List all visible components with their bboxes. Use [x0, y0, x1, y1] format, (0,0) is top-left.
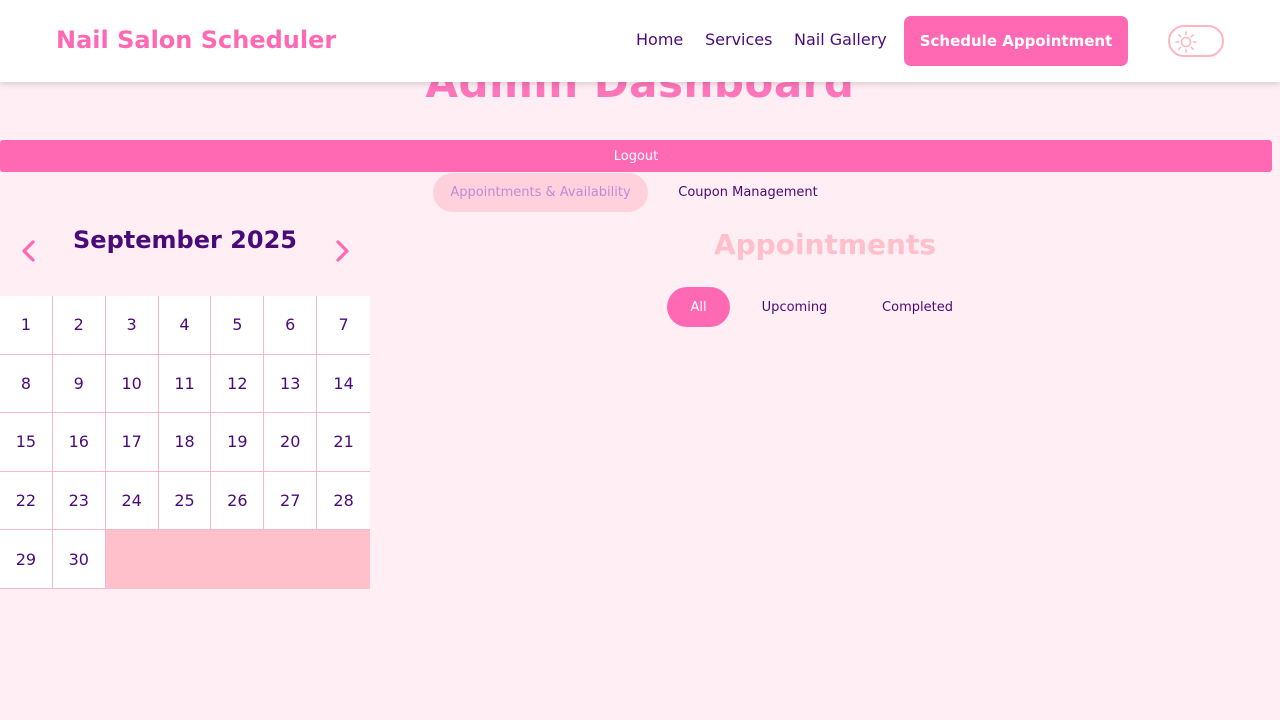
calendar-day[interactable]: 18 [158, 413, 212, 472]
nav-home[interactable]: Home [636, 30, 683, 49]
logout-button[interactable]: Logout [0, 140, 1272, 172]
theme-toggle[interactable] [1168, 25, 1224, 57]
tab-appointments-availability[interactable]: Appointments & Availability [433, 173, 648, 212]
calendar-day[interactable]: 10 [105, 354, 159, 414]
nav-nail-gallery[interactable]: Nail Gallery [794, 30, 887, 49]
sun-icon [1175, 31, 1197, 53]
calendar-day[interactable]: 7 [317, 296, 370, 355]
top-navbar: Nail Salon Scheduler Home Services Nail … [0, 0, 1280, 82]
calendar-day[interactable]: 29 [0, 530, 53, 589]
calendar-day[interactable]: 6 [264, 296, 318, 355]
filter-completed[interactable]: Completed [860, 287, 975, 327]
calendar-empty-cells [105, 530, 370, 589]
schedule-appointment-button[interactable]: Schedule Appointment [904, 16, 1128, 66]
calendar-day[interactable]: 9 [52, 354, 106, 414]
calendar-day[interactable]: 14 [317, 354, 370, 414]
calendar-day[interactable]: 16 [52, 413, 106, 472]
chevron-right-icon[interactable] [331, 238, 353, 264]
appointments-title: Appointments [713, 228, 937, 261]
calendar-day[interactable]: 5 [211, 296, 265, 355]
calendar-day[interactable]: 27 [264, 471, 318, 531]
calendar-day[interactable]: 1 [0, 296, 53, 355]
calendar-day[interactable]: 12 [211, 354, 265, 414]
calendar-day[interactable]: 20 [264, 413, 318, 472]
calendar-month-label: September 2025 [73, 226, 297, 254]
calendar-day[interactable]: 15 [0, 413, 53, 472]
calendar-day[interactable]: 17 [105, 413, 159, 472]
calendar-day[interactable]: 21 [317, 413, 370, 472]
calendar-day[interactable]: 2 [52, 296, 106, 355]
calendar-day[interactable]: 13 [264, 354, 318, 414]
brand-logo[interactable]: Nail Salon Scheduler [56, 26, 336, 54]
calendar-day[interactable]: 3 [105, 296, 159, 355]
calendar-day[interactable]: 26 [211, 471, 265, 531]
calendar-day[interactable]: 30 [52, 530, 106, 589]
calendar-day[interactable]: 24 [105, 471, 159, 531]
chevron-left-icon[interactable] [18, 238, 40, 264]
calendar-day[interactable]: 8 [0, 354, 53, 414]
calendar-day[interactable]: 11 [158, 354, 212, 414]
filter-upcoming[interactable]: Upcoming [742, 287, 847, 327]
nav-services[interactable]: Services [705, 30, 772, 49]
calendar-day[interactable]: 23 [52, 471, 106, 531]
calendar-day[interactable]: 28 [317, 471, 370, 531]
calendar-day[interactable]: 19 [211, 413, 265, 472]
calendar-day[interactable]: 25 [158, 471, 212, 531]
filter-all[interactable]: All [667, 287, 730, 327]
calendar-day[interactable]: 4 [158, 296, 212, 355]
calendar-day[interactable]: 22 [0, 471, 53, 531]
tab-coupon-management[interactable]: Coupon Management [660, 173, 836, 212]
calendar-grid: 1 2 3 4 5 6 7 8 9 10 11 12 13 14 15 16 17 18 19 20 21 22 23 24 2… [0, 296, 370, 589]
